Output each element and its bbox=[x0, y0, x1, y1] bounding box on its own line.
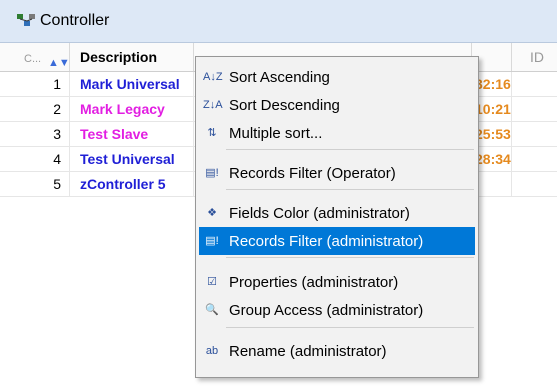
menu-separator bbox=[226, 327, 474, 328]
menu-item-label: Fields Color (administrator) bbox=[229, 205, 410, 222]
sort-ascending-icon: A↓Z bbox=[203, 71, 223, 83]
window-title: Controller bbox=[40, 12, 110, 29]
menu-item-records-filter[interactable]: ▤! Records Filter (Operator) bbox=[199, 159, 475, 187]
menu-item-group-access[interactable]: 🔍 Group Access (administrator) bbox=[199, 296, 475, 324]
menu-item-label: Sort Descending bbox=[229, 97, 340, 114]
row-description: Test Slave bbox=[70, 122, 194, 146]
controller-window: Controller C... ▲▼ Description ID 1 Mark … bbox=[0, 0, 557, 388]
menu-item-label: Multiple sort... bbox=[229, 125, 323, 142]
row-number: 4 bbox=[0, 147, 70, 171]
fields-color-icon: ❖ bbox=[207, 207, 217, 219]
menu-separator bbox=[226, 257, 474, 258]
column-header-id[interactable]: ID bbox=[512, 43, 557, 71]
controller-icon bbox=[16, 12, 36, 30]
menu-item-multiple-sort[interactable]: ⇅ Multiple sort... bbox=[199, 119, 475, 147]
row-number: 1 bbox=[0, 72, 70, 96]
row-number: 2 bbox=[0, 97, 70, 121]
row-description: zController 5 bbox=[70, 172, 194, 196]
menu-item-label: Records Filter (Operator) bbox=[229, 165, 396, 182]
group-access-icon: 🔍 bbox=[205, 304, 219, 316]
records-filter-admin-icon: ▤! bbox=[205, 235, 219, 247]
menu-item-label: Rename (administrator) bbox=[229, 343, 387, 360]
window-title-bar: Controller bbox=[0, 0, 557, 43]
column-header-code-label: C... bbox=[24, 53, 42, 65]
context-menu: A↓Z Sort Ascending Z↓A Sort Descending ⇅ Mult… bbox=[195, 56, 479, 378]
column-header-code[interactable]: C... ▲▼ bbox=[0, 43, 70, 71]
menu-item-properties[interactable]: ☑ Properties (administrator) bbox=[199, 268, 475, 296]
menu-separator bbox=[226, 189, 474, 190]
menu-separator bbox=[226, 149, 474, 150]
row-number: 5 bbox=[0, 172, 70, 196]
properties-icon: ☑ bbox=[207, 276, 217, 288]
menu-item-sort-descending[interactable]: Z↓A Sort Descending bbox=[199, 91, 475, 119]
menu-item-fields-color[interactable]: ❖ Fields Color (administrator) bbox=[199, 199, 475, 227]
row-description: Mark Universal bbox=[70, 72, 194, 96]
row-description: Test Universal bbox=[70, 147, 194, 171]
rename-icon: ab bbox=[205, 345, 219, 357]
menu-item-rename[interactable]: ab Rename (administrator) bbox=[199, 337, 475, 365]
menu-item-label: Sort Ascending bbox=[229, 69, 330, 86]
menu-item-label: Group Access (administrator) bbox=[229, 302, 424, 319]
sort-descending-icon: Z↓A bbox=[203, 99, 223, 111]
multiple-sort-icon: ⇅ bbox=[207, 127, 217, 139]
records-filter-icon: ▤! bbox=[205, 167, 219, 179]
menu-item-records-filter-admin[interactable]: ▤! Records Filter (administrator) bbox=[199, 227, 475, 255]
row-description: Mark Legacy bbox=[70, 97, 194, 121]
column-header-description[interactable]: Description bbox=[70, 43, 194, 71]
menu-item-label: Records Filter (administrator) bbox=[229, 233, 424, 250]
menu-item-label: Properties (administrator) bbox=[229, 274, 399, 291]
menu-item-sort-ascending[interactable]: A↓Z Sort Ascending bbox=[199, 63, 475, 91]
row-number: 3 bbox=[0, 122, 70, 146]
